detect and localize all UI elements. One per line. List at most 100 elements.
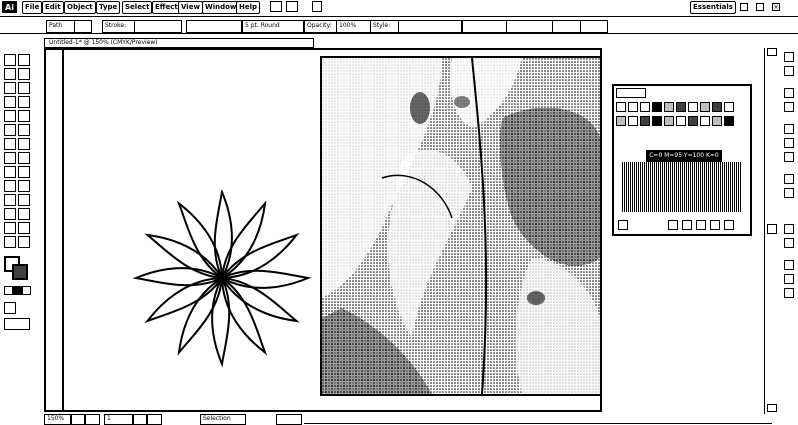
close-icon[interactable]: × <box>772 3 780 11</box>
new-color-group-icon[interactable] <box>696 220 706 230</box>
direct-selection-tool-icon[interactable] <box>18 54 30 66</box>
swatches-tab[interactable] <box>616 88 646 98</box>
swatch-orange[interactable] <box>676 102 686 112</box>
swatch-none[interactable] <box>616 102 626 112</box>
new-swatch-icon[interactable] <box>710 220 720 230</box>
align-panel-icon[interactable] <box>784 260 794 270</box>
swatch-black[interactable] <box>652 102 662 112</box>
gradient-tool-icon[interactable] <box>18 180 30 192</box>
menu-window[interactable]: Window <box>202 1 240 14</box>
selection-tool-icon[interactable] <box>4 54 16 66</box>
swatch-row2-7[interactable] <box>688 116 698 126</box>
swatch-options-icon[interactable] <box>682 220 692 230</box>
artboards-icon[interactable] <box>784 238 794 248</box>
scroll-up-icon[interactable] <box>767 48 777 56</box>
document-tab[interactable]: Untitled-1* @ 150% (CMYK/Preview) <box>44 38 314 48</box>
placed-photo[interactable] <box>320 56 602 396</box>
gradient-mode-icon[interactable] <box>13 286 22 295</box>
lasso-tool-icon[interactable] <box>18 68 30 80</box>
graphic-style-select[interactable] <box>398 20 462 33</box>
warp-tool-icon[interactable] <box>4 152 16 164</box>
bridge-icon[interactable] <box>270 1 282 12</box>
variable-width-profile[interactable] <box>186 20 242 33</box>
eyedropper-tool-icon[interactable] <box>4 194 16 206</box>
transform-panel-icon[interactable] <box>784 288 794 298</box>
swatch-registration[interactable] <box>628 102 638 112</box>
menu-help[interactable]: Help <box>236 1 261 14</box>
swatch-blue[interactable] <box>712 102 722 112</box>
pencil-tool-icon[interactable] <box>18 110 30 122</box>
color-panel-icon[interactable] <box>784 52 794 62</box>
swatch-green[interactable] <box>700 102 710 112</box>
hand-tool-icon[interactable] <box>4 236 16 248</box>
minimize-icon[interactable] <box>740 3 748 11</box>
swatch-row2-8[interactable] <box>700 116 710 126</box>
swatch-row2-6[interactable] <box>676 116 686 126</box>
swatch-row2-5[interactable] <box>664 116 674 126</box>
swatch-white[interactable] <box>640 102 650 112</box>
scale-tool-icon[interactable] <box>18 138 30 150</box>
stroke-panel-icon[interactable] <box>784 124 794 134</box>
menu-effect[interactable]: Effect <box>152 1 181 14</box>
menu-edit[interactable]: Edit <box>42 1 64 14</box>
isolate-button[interactable] <box>552 20 582 33</box>
zoom-tool-icon[interactable] <box>18 236 30 248</box>
workspace-switcher[interactable]: Essentials <box>690 1 736 14</box>
prev-artboard-icon[interactable] <box>84 414 100 425</box>
perspective-grid-tool-icon[interactable] <box>18 166 30 178</box>
line-tool-icon[interactable] <box>4 96 16 108</box>
appearance-icon[interactable] <box>784 174 794 184</box>
stroke-weight-field[interactable] <box>134 20 182 33</box>
rotate-tool-icon[interactable] <box>4 138 16 150</box>
layers-icon[interactable] <box>784 224 794 234</box>
scroll-thumb[interactable] <box>767 224 777 234</box>
color-mode-icon[interactable] <box>4 286 13 295</box>
menu-file[interactable]: File <box>22 1 43 14</box>
symbols-icon[interactable] <box>784 102 794 112</box>
swatch-row2-1[interactable] <box>616 116 626 126</box>
swatch-row2-9[interactable] <box>712 116 722 126</box>
flower-artwork[interactable] <box>130 190 320 370</box>
eraser-tool-icon[interactable] <box>18 124 30 136</box>
stroke-color-icon[interactable] <box>12 264 28 280</box>
blob-brush-tool-icon[interactable] <box>4 124 16 136</box>
magic-wand-tool-icon[interactable] <box>4 68 16 80</box>
slice-tool-icon[interactable] <box>18 222 30 234</box>
status-menu-icon[interactable] <box>276 414 302 425</box>
vertical-scrollbar[interactable] <box>764 48 780 414</box>
swatch-red[interactable] <box>664 102 674 112</box>
dropdown-icon[interactable] <box>312 1 322 12</box>
blend-tool-icon[interactable] <box>18 194 30 206</box>
zoom-field[interactable]: 150% <box>44 414 72 425</box>
brush-definition-select[interactable]: 5 pt. Round <box>242 20 304 33</box>
none-mode-icon[interactable] <box>22 286 31 295</box>
swatch-row2-10[interactable] <box>724 116 734 126</box>
screen-mode-icon[interactable] <box>4 318 30 330</box>
transform-options[interactable] <box>506 20 554 33</box>
horizontal-scrollbar[interactable] <box>304 414 772 424</box>
swatch-purple[interactable] <box>724 102 734 112</box>
last-artboard-icon[interactable] <box>146 414 162 425</box>
align-options[interactable] <box>462 20 508 33</box>
pen-tool-icon[interactable] <box>4 82 16 94</box>
panel-menu-button[interactable] <box>580 20 608 33</box>
paintbrush-tool-icon[interactable] <box>4 110 16 122</box>
type-tool-icon[interactable] <box>18 82 30 94</box>
color-guide-icon[interactable] <box>784 66 794 76</box>
artboard-number-field[interactable]: 1 <box>104 414 134 425</box>
artboard-tool-icon[interactable] <box>4 222 16 234</box>
swatch-yellow[interactable] <box>688 102 698 112</box>
arrange-icon[interactable] <box>286 1 298 12</box>
menu-select[interactable]: Select <box>122 1 153 14</box>
rectangle-tool-icon[interactable] <box>18 96 30 108</box>
free-transform-tool-icon[interactable] <box>18 152 30 164</box>
mesh-tool-icon[interactable] <box>4 180 16 192</box>
gradient-panel-icon[interactable] <box>784 138 794 148</box>
swatch-row2-2[interactable] <box>628 116 638 126</box>
opacity-field[interactable]: 100% <box>336 20 372 33</box>
swatch-row2-3[interactable] <box>640 116 650 126</box>
pathfinder-icon[interactable] <box>784 274 794 284</box>
maximize-icon[interactable] <box>756 3 764 11</box>
menu-type[interactable]: Type <box>96 1 121 14</box>
draw-mode-icon[interactable] <box>4 302 16 314</box>
